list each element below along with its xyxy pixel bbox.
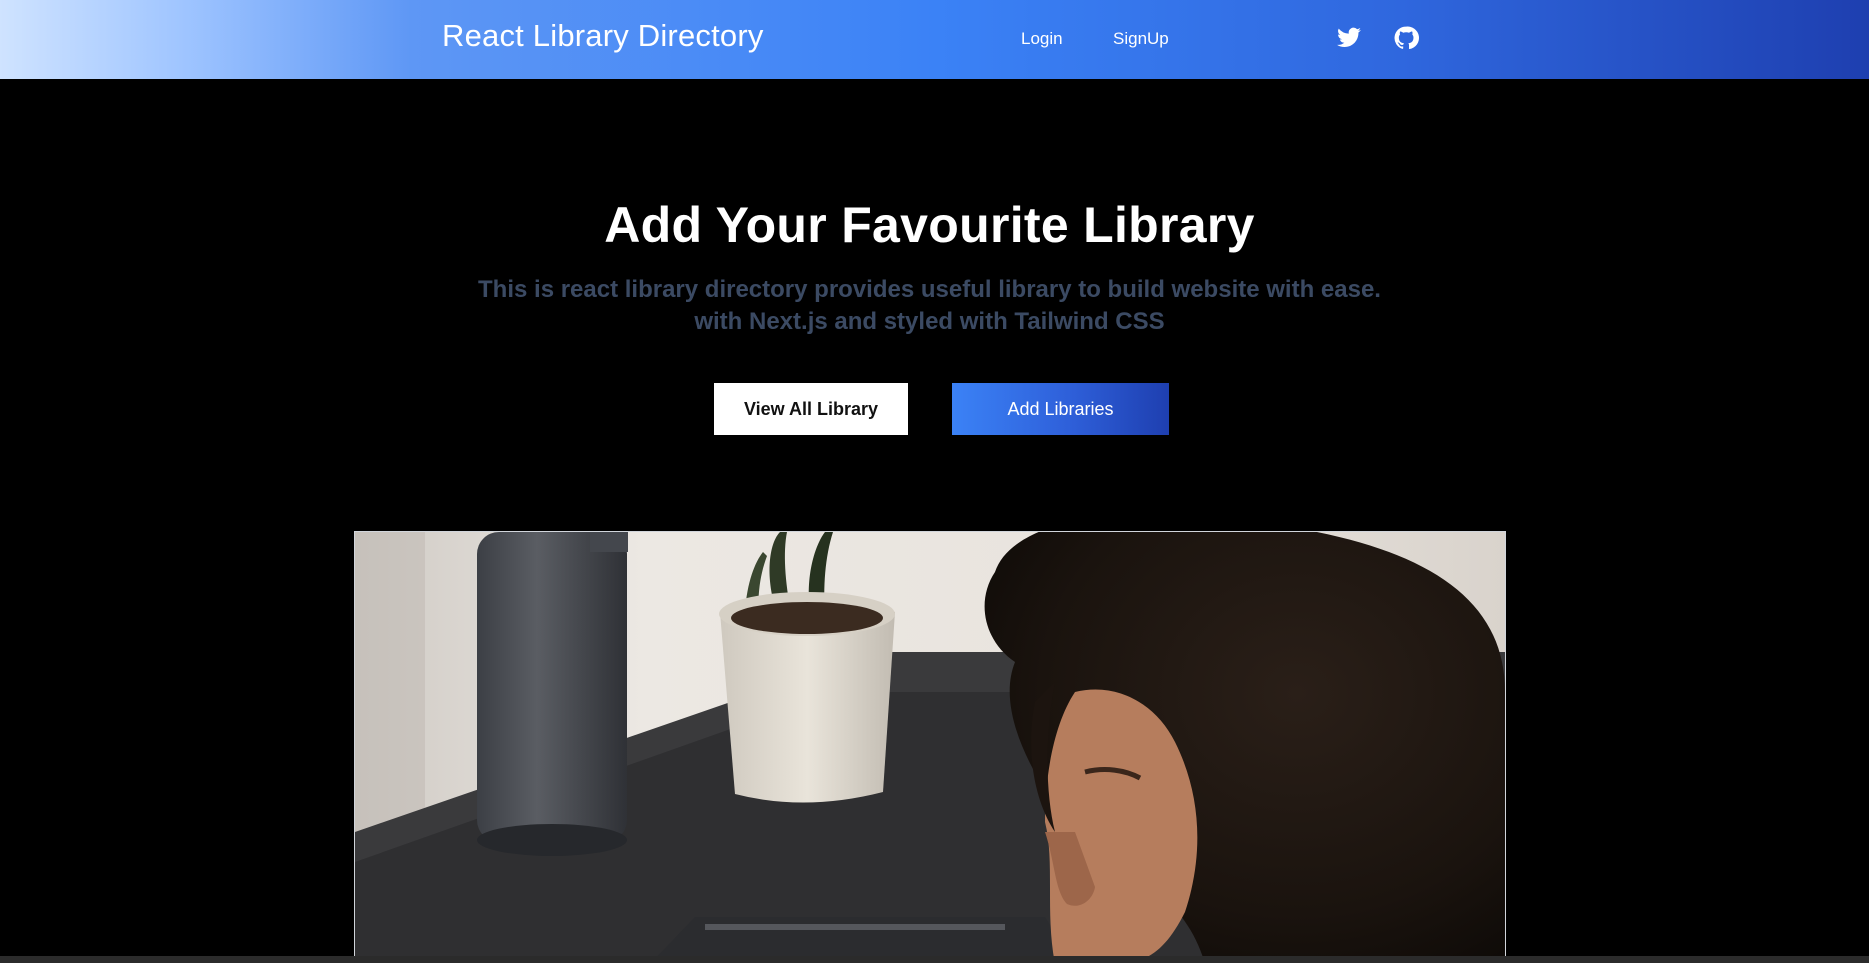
add-libraries-button[interactable]: Add Libraries bbox=[952, 383, 1169, 435]
twitter-icon[interactable] bbox=[1336, 25, 1362, 51]
hero-subtitle-line2: with Next.js and styled with Tailwind CS… bbox=[694, 308, 1165, 335]
horizontal-scrollbar[interactable] bbox=[0, 956, 1869, 963]
github-icon[interactable] bbox=[1393, 25, 1419, 51]
view-all-library-button[interactable]: View All Library bbox=[714, 383, 908, 435]
brand-logo-link[interactable]: React Library Directory bbox=[442, 18, 764, 54]
login-link[interactable]: Login bbox=[1021, 29, 1063, 49]
signup-link[interactable]: SignUp bbox=[1113, 29, 1169, 49]
navbar: React Library Directory Login SignUp bbox=[0, 0, 1869, 79]
hero-title: Add Your Favourite Library bbox=[604, 197, 1255, 253]
hero-subtitle-line1: This is react library directory provides… bbox=[478, 276, 1381, 303]
hero-photo bbox=[354, 531, 1506, 963]
